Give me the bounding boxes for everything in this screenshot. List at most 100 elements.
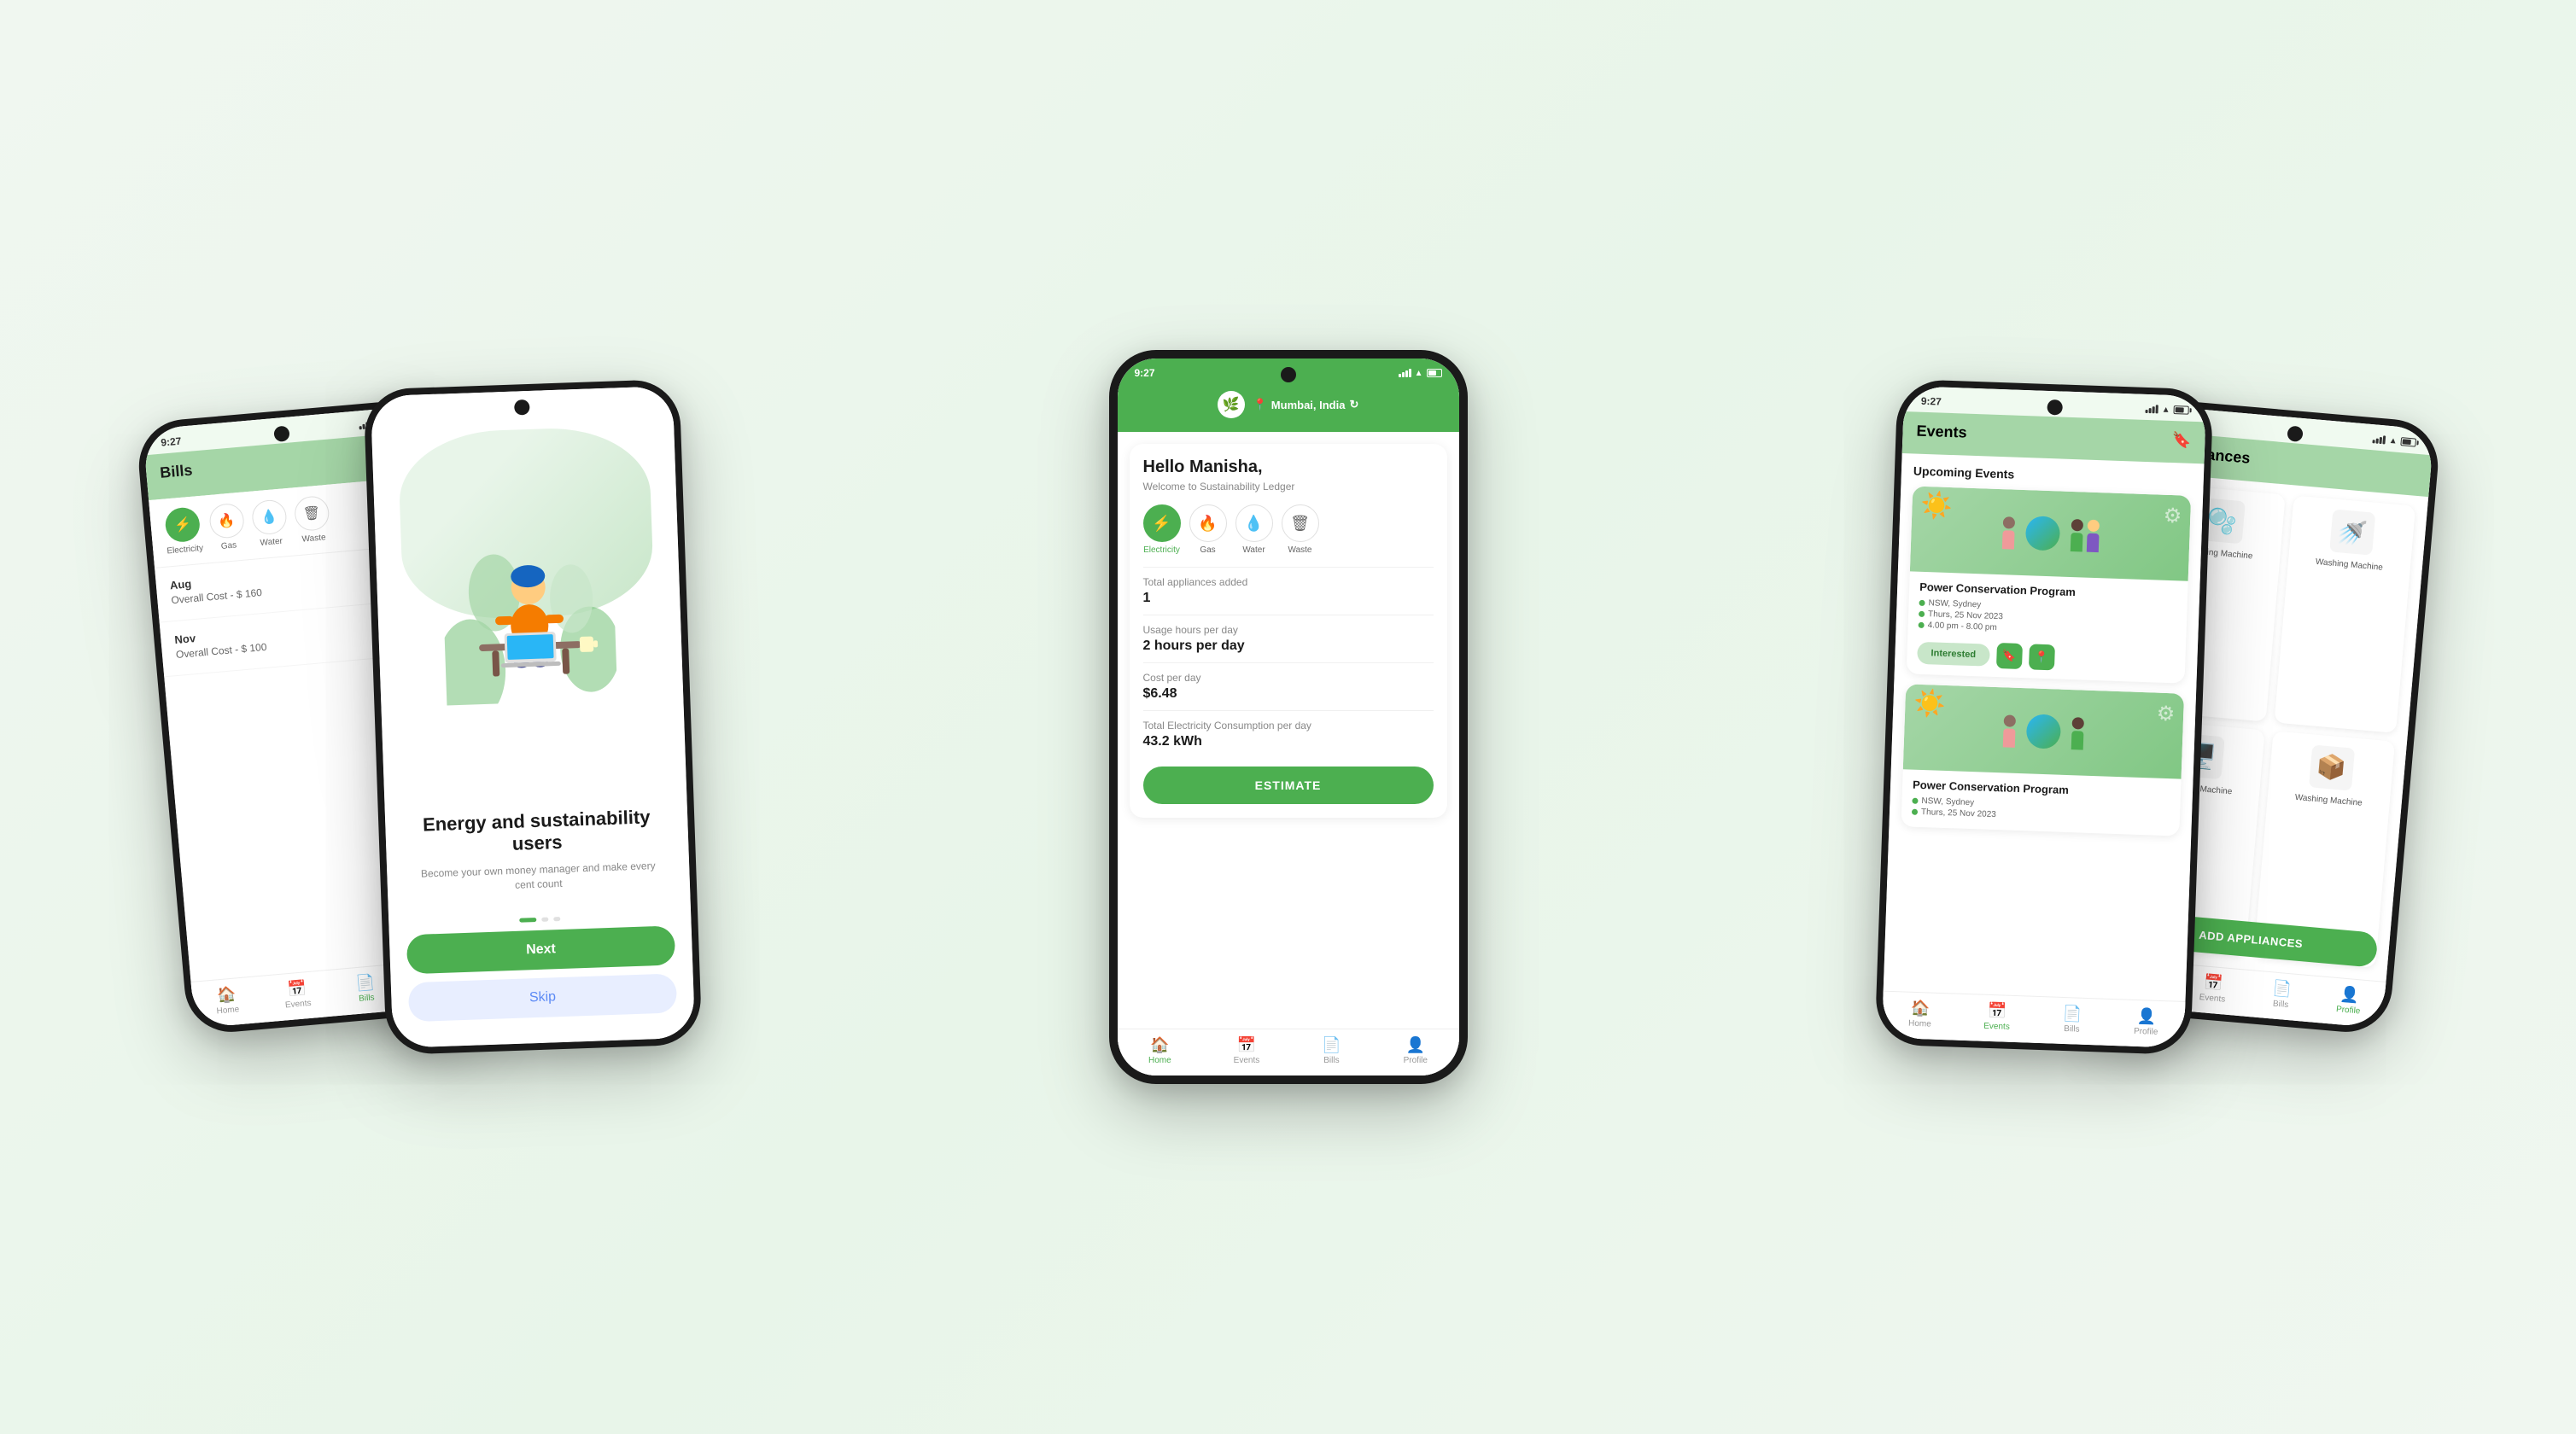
stat-consumption-value: 43.2 kWh [1143,734,1434,749]
category-waste[interactable]: 🗑 Waste [293,495,331,545]
next-button[interactable]: Next [406,925,675,974]
dot-1 [519,918,536,923]
location-dot-2 [1912,798,1918,804]
nav-events[interactable]: 📅 Events [283,979,311,1011]
person-3 [2086,520,2099,552]
head-2 [2071,519,2082,531]
people-group-1 [2001,515,2099,552]
time-dot-1 [1918,622,1924,628]
refresh-icon[interactable]: ↻ [1349,398,1358,411]
nav3-events[interactable]: 📅 Events [1234,1036,1260,1065]
category-gas[interactable]: 🔥 Gas [207,503,246,552]
phone5-status-icons: ▲ [2372,434,2416,447]
date-dot-1 [1919,611,1925,617]
interested-button-1[interactable]: Interested [1917,642,1989,667]
nav-bills[interactable]: 📄 Bills [354,973,376,1004]
dot-2 [541,918,548,922]
dot-3 [553,917,560,921]
category-water[interactable]: 💧 Water [250,498,289,548]
phone4-notch [2047,399,2063,416]
globe-2 [2025,714,2060,749]
head-5 [2071,717,2083,729]
sig3 [1405,370,1408,377]
sig2 [1402,372,1405,377]
nav5-profile[interactable]: 👤 Profile [2335,985,2362,1016]
greeting-text: Hello Manisha, [1143,458,1434,477]
tab-waste[interactable]: 🗑 Waste [1282,504,1319,555]
bills-title: Bills [159,462,193,481]
phone4-status-icons: ▲ [2145,404,2188,415]
location-event-1[interactable]: 📍 [2028,644,2054,670]
estimate-button[interactable]: ESTIMATE [1143,767,1434,804]
nav-home-label: Home [216,1005,240,1016]
phone1-time: 9:27 [160,435,181,449]
water-icon-circle: 💧 [250,498,287,535]
skip-button[interactable]: Skip [407,973,676,1022]
nav-home[interactable]: 🏠 Home [214,985,240,1016]
appliance-2[interactable]: 🚿 Washing Machine [2274,495,2415,732]
hello-card: Hello Manisha, Welcome to Sustainability… [1130,444,1447,818]
nav3-profile[interactable]: 👤 Profile [1404,1036,1428,1065]
location-dot-1 [1919,600,1925,606]
globe-1 [2024,516,2059,551]
person-2 [2070,519,2082,551]
location-pin-icon: 📍 [1253,398,1267,411]
nav3-profile-label: Profile [1404,1056,1428,1065]
stat-appliances-label: Total appliances added [1143,576,1434,588]
upcoming-events-label: Upcoming Events [1913,463,2191,487]
sig4-2 [2148,408,2151,413]
phone-onboarding: Energy and sustainability users Become y… [363,379,702,1055]
onboarding-text-section: Energy and sustainability users Become y… [384,804,690,914]
electricity-icon-circle: ⚡ [164,506,201,543]
category-electricity[interactable]: ⚡ Electricity [163,506,203,557]
sig4-4 [2155,405,2158,413]
nav3-bills[interactable]: 📄 Bills [1322,1036,1341,1065]
tab-gas[interactable]: 🔥 Gas [1189,504,1227,555]
person-1 [2001,516,2014,549]
profile5-icon: 👤 [2339,985,2359,1005]
bookmark-event-1[interactable]: 🔖 [1995,643,2022,669]
nav4-profile-label: Profile [2133,1027,2158,1037]
nav4-events-label: Events [1983,1022,2010,1032]
stat-appliances: Total appliances added 1 [1143,567,1434,615]
person-5 [2071,717,2083,749]
body-2 [2070,533,2082,551]
appliance-img-4: 📦 [2308,744,2354,790]
welcome-text: Welcome to Sustainability Ledger [1143,481,1434,493]
events-content: Upcoming Events ☀️ ⚙ [1881,453,2204,1048]
event-card-2: ☀️ ⚙ [1901,684,2184,836]
waste-tab-label: Waste [1288,545,1312,555]
nav5-events[interactable]: 📅 Events [2199,973,2227,1005]
tab-electricity[interactable]: ⚡ Electricity [1143,504,1181,555]
stat-usage-value: 2 hours per day [1143,638,1434,654]
bookmark-icon[interactable]: 🔖 [2171,431,2191,450]
sig5-2 [2375,439,2379,444]
app-logo: 🌿 [1218,391,1245,418]
electricity-label: Electricity [166,544,203,557]
head-4 [2003,714,2015,726]
event-card-1: ☀️ ⚙ [1906,486,2190,683]
event-body-2: Power Conservation Program NSW, Sydney T… [1901,769,2181,836]
sig5-4 [2382,435,2386,444]
sig5-3 [2379,437,2382,444]
sig1 [1399,374,1401,377]
date-text-1: Thurs, 25 Nov 2023 [1927,609,2002,621]
phone3-bottom-nav: 🏠 Home 📅 Events 📄 Bills 👤 Profile [1118,1029,1459,1076]
nav4-home[interactable]: 🏠 Home [1907,1000,1931,1029]
nav4-bills-label: Bills [2064,1024,2080,1035]
onboarding-subtitle: Become your own money manager and make e… [412,859,664,896]
stat-cost: Cost per day $6.48 [1143,662,1434,710]
waste-label: Waste [301,533,326,544]
nav4-home-label: Home [1907,1019,1931,1029]
body-3 [2086,533,2099,552]
nav4-bills[interactable]: 📄 Bills [2062,1005,2082,1035]
tab-water[interactable]: 💧 Water [1235,504,1273,555]
battery-main [1427,369,1442,377]
events4-icon: 📅 [1987,1002,2006,1021]
nav3-home[interactable]: 🏠 Home [1148,1036,1171,1065]
phone-home: 9:27 ▲ 🌿 📍 [1109,350,1468,1084]
electricity-tab-icon: ⚡ [1143,504,1181,542]
nav4-events[interactable]: 📅 Events [1983,1002,2011,1032]
nav4-profile[interactable]: 👤 Profile [2133,1007,2158,1037]
nav5-bills[interactable]: 📄 Bills [2270,979,2292,1010]
